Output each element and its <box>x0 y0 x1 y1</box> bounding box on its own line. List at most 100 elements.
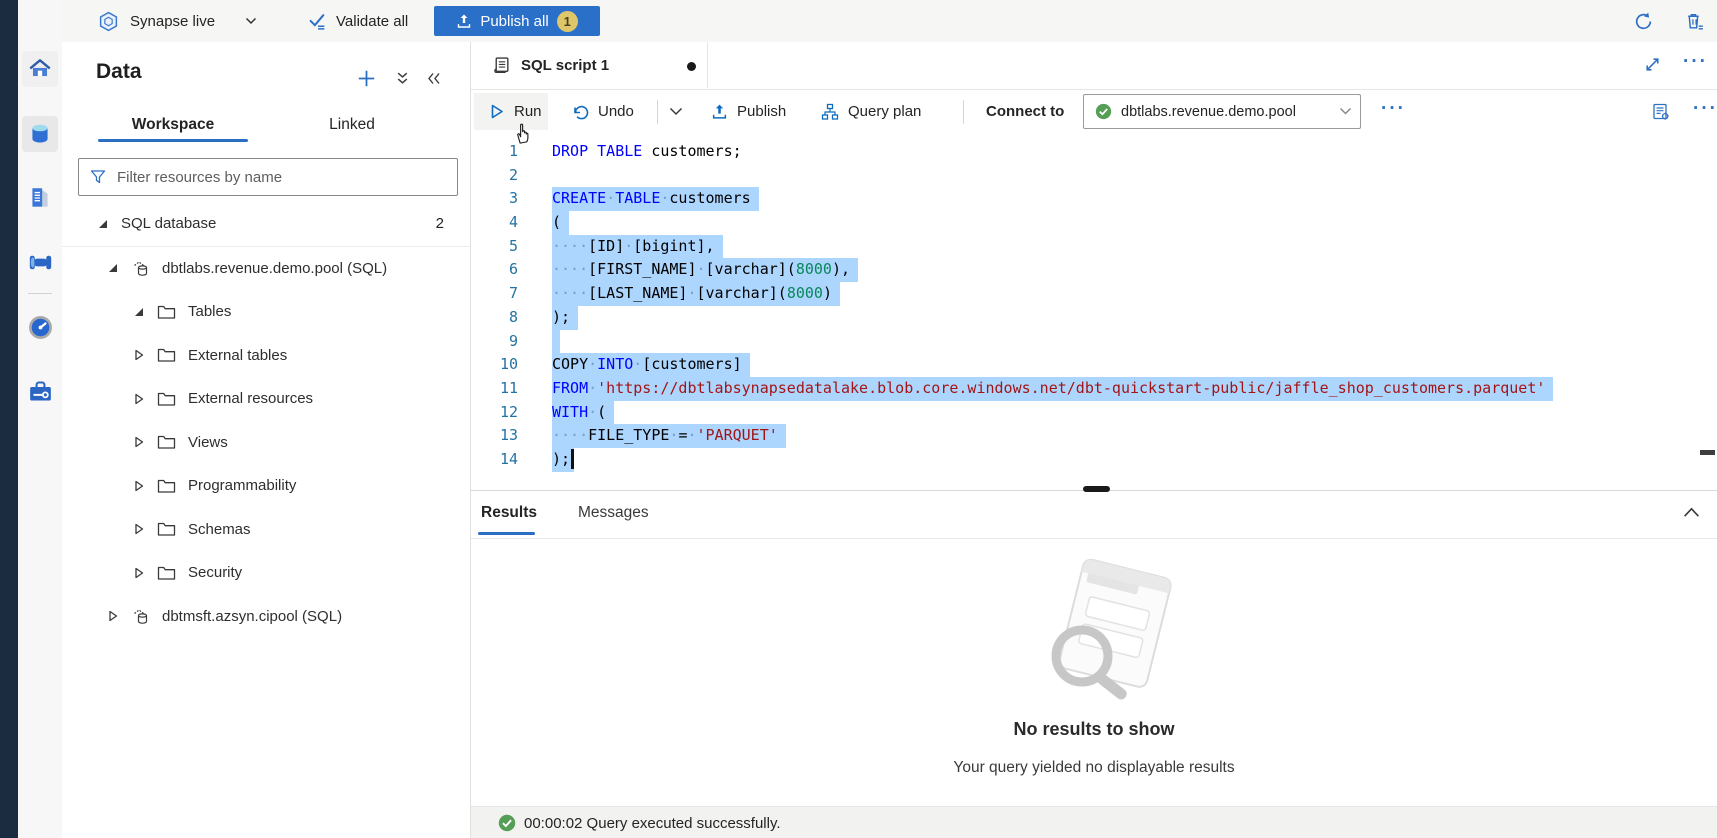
sql-script-icon <box>492 56 511 75</box>
mode-label: Synapse live <box>130 13 215 30</box>
panel-title: Data <box>96 60 142 84</box>
undo-icon <box>571 103 589 121</box>
collapsed-arrow-icon[interactable] <box>107 610 119 622</box>
sql-code-editor[interactable]: 1DROP TABLE customers;23CREATE·TABLE·cus… <box>471 133 1717 494</box>
collapsed-arrow-icon[interactable] <box>133 349 145 361</box>
publish-all-button[interactable]: Publish all 1 <box>434 6 600 36</box>
toolbar-more-actions-icon[interactable]: ··· <box>1381 98 1406 120</box>
no-results-illustration <box>1024 556 1184 706</box>
tree-item-external-tables[interactable]: External tables <box>62 334 470 378</box>
query-plan-button[interactable]: Query plan <box>821 90 921 133</box>
code-line-4[interactable]: 4( <box>471 211 1717 235</box>
expand-editor-icon[interactable] <box>1643 55 1662 74</box>
pool-dropdown[interactable]: dbtlabs.revenue.demo.pool <box>1083 94 1361 129</box>
database-icon <box>27 121 53 147</box>
nav-manage-button[interactable] <box>22 373 58 409</box>
nav-monitor-button[interactable] <box>22 309 58 345</box>
properties-button[interactable] <box>1651 90 1671 133</box>
validate-all-button[interactable]: Validate all <box>308 0 408 42</box>
panel-splitter-handle[interactable] <box>1083 486 1110 492</box>
query-status-bar: 00:00:02 Query executed successfully. <box>471 806 1717 838</box>
tree-item-tables[interactable]: Tables <box>62 290 470 334</box>
home-icon <box>27 56 53 82</box>
results-panel: Results Messages No results to s <box>471 491 1717 806</box>
publish-icon <box>711 103 728 120</box>
code-text-selected: ····[ID]·[bigint], <box>552 235 723 259</box>
code-line-2[interactable]: 2 <box>471 164 1717 188</box>
run-options-chevron[interactable] <box>669 90 683 133</box>
tab-results[interactable]: Results <box>481 491 537 535</box>
code-line-6[interactable]: 6····[FIRST_NAME]·[varchar](8000), <box>471 258 1717 282</box>
code-text-selected: ····[LAST_NAME]·[varchar](8000) <box>552 282 840 306</box>
tree-item-dbtlabs-revenue-demo-pool-sql[interactable]: dbtlabs.revenue.demo.pool (SQL) <box>62 247 470 291</box>
nav-data-button[interactable] <box>22 116 58 152</box>
tab-messages[interactable]: Messages <box>578 491 649 535</box>
collapsed-arrow-icon[interactable] <box>133 523 145 535</box>
code-line-9[interactable]: 9 <box>471 330 1717 354</box>
synapse-live-selector[interactable]: Synapse live <box>98 0 257 42</box>
expand-all-button[interactable] <box>390 66 414 90</box>
synapse-studio-app: Synapse live Validate all Publish all 1 <box>0 0 1717 838</box>
add-resource-button[interactable] <box>354 66 378 90</box>
expanded-arrow-icon[interactable] <box>107 262 119 274</box>
code-line-12[interactable]: 12WITH·( <box>471 401 1717 425</box>
toolbox-icon <box>27 378 54 405</box>
code-line-11[interactable]: 11FROM·'https://dbtlabsynapsedatalake.bl… <box>471 377 1717 401</box>
collapsed-arrow-icon[interactable] <box>133 393 145 405</box>
editor-tab-title: SQL script 1 <box>521 57 609 74</box>
refresh-icon[interactable] <box>1633 0 1654 42</box>
filter-input[interactable] <box>115 168 457 187</box>
tree-item-label: Security <box>188 564 242 581</box>
connected-check-icon <box>1095 103 1112 120</box>
synapse-hexagon-icon <box>98 11 119 32</box>
folder-icon <box>157 478 176 494</box>
code-line-14[interactable]: 14); <box>471 448 1717 472</box>
query-plan-icon <box>821 103 839 121</box>
tab-linked[interactable]: Linked <box>312 108 392 142</box>
mouse-cursor <box>513 120 536 145</box>
code-line-8[interactable]: 8); <box>471 306 1717 330</box>
tab-sql-script-1[interactable]: SQL script 1 <box>471 42 708 88</box>
line-number: 2 <box>471 164 518 188</box>
collapsed-arrow-icon[interactable] <box>133 480 145 492</box>
code-line-1[interactable]: 1DROP TABLE customers; <box>471 140 1717 164</box>
code-line-3[interactable]: 3CREATE·TABLE·customers <box>471 187 1717 211</box>
overview-ruler-mark <box>1700 450 1715 455</box>
toolbar-overflow-icon[interactable]: ··· <box>1693 98 1717 120</box>
tree-item-dbtmsft-azsyn-cipool-sql[interactable]: dbtmsft.azsyn.cipool (SQL) <box>62 595 470 639</box>
tree-item-label: Schemas <box>188 521 251 538</box>
expanded-arrow-icon[interactable] <box>133 306 145 318</box>
tree-item-count: 2 <box>436 215 444 232</box>
mode-chevron-icon <box>245 17 257 25</box>
nav-integrate-button[interactable] <box>22 244 58 280</box>
tree-item-views[interactable]: Views <box>62 421 470 465</box>
rail-divider <box>28 293 52 294</box>
code-line-7[interactable]: 7····[LAST_NAME]·[varchar](8000) <box>471 282 1717 306</box>
collapse-results-icon[interactable] <box>1683 507 1700 518</box>
tree-item-external-resources[interactable]: External resources <box>62 377 470 421</box>
sql-pool-icon <box>131 607 150 626</box>
code-line-10[interactable]: 10COPY·INTO·[customers] <box>471 353 1717 377</box>
undo-button[interactable]: Undo <box>571 90 634 133</box>
code-text-selected: WITH·( <box>552 401 614 425</box>
nav-home-button[interactable] <box>22 51 58 87</box>
publish-button[interactable]: Publish <box>711 90 786 133</box>
collapsed-arrow-icon[interactable] <box>133 567 145 579</box>
publish-count-badge: 1 <box>557 11 578 32</box>
expanded-arrow-icon[interactable] <box>97 218 109 230</box>
discard-all-icon[interactable] <box>1684 0 1705 42</box>
tab-workspace[interactable]: Workspace <box>98 108 248 142</box>
code-line-13[interactable]: 13····FILE_TYPE·=·'PARQUET' <box>471 424 1717 448</box>
tree-item-security[interactable]: Security <box>62 551 470 595</box>
tree-item-programmability[interactable]: Programmability <box>62 464 470 508</box>
filter-funnel-icon <box>90 169 106 185</box>
nav-develop-button[interactable] <box>22 180 58 216</box>
tab-more-actions-icon[interactable]: ··· <box>1683 51 1708 73</box>
tree-item-label: Views <box>188 434 228 451</box>
code-line-5[interactable]: 5····[ID]·[bigint], <box>471 235 1717 259</box>
pipeline-icon <box>27 249 54 276</box>
collapse-panel-button[interactable] <box>422 66 446 90</box>
tree-item-schemas[interactable]: Schemas <box>62 508 470 552</box>
tree-item-sql-database[interactable]: SQL database2 <box>62 202 470 247</box>
collapsed-arrow-icon[interactable] <box>133 436 145 448</box>
